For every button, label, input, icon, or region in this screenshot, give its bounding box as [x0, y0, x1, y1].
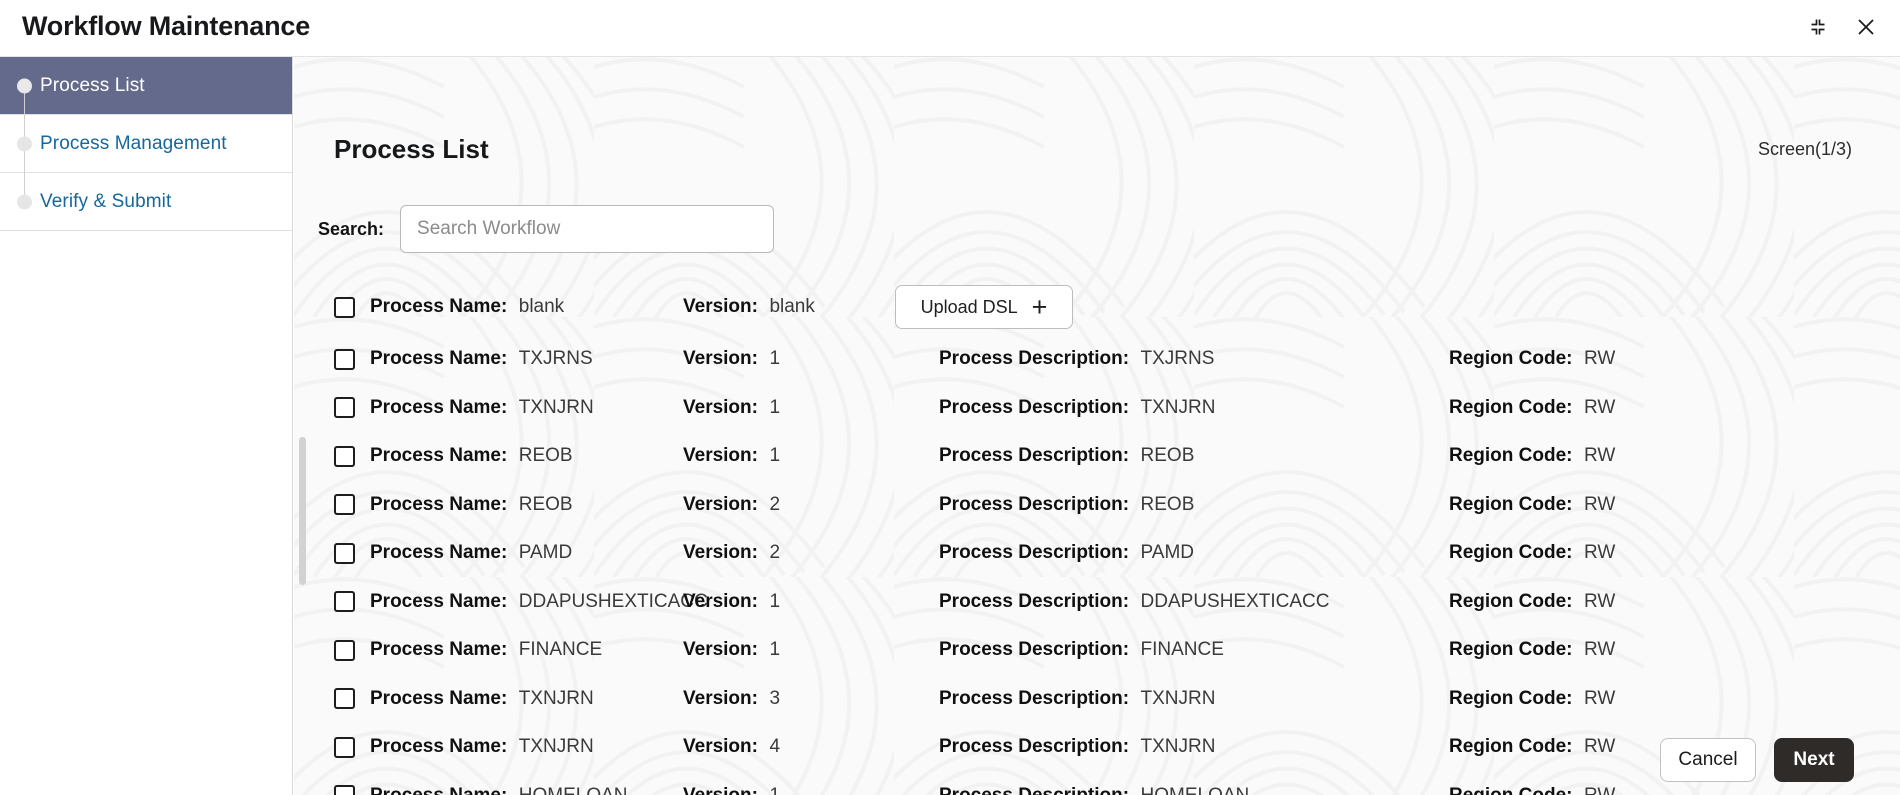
label-version: Version:: [683, 296, 758, 317]
cell-process-name: Process Name: FINANCE: [370, 639, 603, 661]
cell-region-code: Region Code: RW: [1449, 348, 1616, 370]
step-dot-icon: [17, 78, 32, 93]
value-version: blank: [769, 296, 815, 317]
process-list: Process Name: blank Version: blank Uploa…: [294, 279, 1900, 795]
row-checkbox[interactable]: [334, 542, 355, 564]
step-dot-icon: [17, 136, 32, 151]
cell-version: Version: 2: [683, 493, 781, 515]
cell-process-description: Process Description: DDAPUSHEXTICACC: [939, 590, 1330, 612]
footer-actions: Cancel Next: [294, 725, 1900, 795]
value-process-name: blank: [518, 296, 565, 317]
cell-version: Version: 1: [683, 348, 781, 370]
table-row[interactable]: Process Name: DDAPUSHEXTICACC Version: 1…: [294, 578, 1900, 627]
sidebar-item-label: Process List: [40, 74, 145, 96]
row-checkbox[interactable]: [334, 445, 355, 467]
cell-version: Version: 1: [683, 445, 781, 467]
cell-process-description: Process Description: REOB: [939, 493, 1195, 515]
sidebar-item-process-list[interactable]: Process List: [0, 57, 292, 143]
workflow-maintenance-window: Workflow Maintenance Process List Proces…: [0, 0, 1900, 795]
cell-version: Version: blank: [683, 296, 815, 318]
cell-region-code: Region Code: RW: [1449, 396, 1616, 418]
step-connector: [24, 85, 25, 143]
upload-dsl-label: Upload DSL: [920, 296, 1018, 317]
cell-region-code: Region Code: RW: [1449, 687, 1616, 709]
cell-process-description: Process Description: TXNJRN: [939, 396, 1216, 418]
search-row: Search:: [318, 205, 775, 253]
upload-dsl-button[interactable]: Upload DSL +: [895, 285, 1073, 329]
cell-region-code: Region Code: RW: [1449, 590, 1616, 612]
cell-process-name: Process Name: PAMD: [370, 542, 573, 564]
cell-version: Version: 2: [683, 542, 781, 564]
cell-process-description: Process Description: FINANCE: [939, 639, 1224, 661]
sidebar-item-label: Verify & Submit: [40, 190, 172, 212]
cell-version: Version: 3: [683, 687, 781, 709]
next-button[interactable]: Next: [1774, 738, 1854, 782]
sidebar-item-process-management[interactable]: Process Management: [0, 115, 292, 201]
cell-process-description: Process Description: PAMD: [939, 542, 1195, 564]
step-dot-icon: [17, 194, 32, 209]
cell-version: Version: 1: [683, 639, 781, 661]
sidebar-item-label: Process Management: [40, 132, 227, 154]
sidebar-item-verify-submit[interactable]: Verify & Submit: [0, 173, 292, 231]
cell-process-description: Process Description: REOB: [939, 445, 1195, 467]
search-input[interactable]: [400, 205, 775, 253]
table-row[interactable]: Process Name: REOB Version: 1 Process De…: [294, 432, 1900, 481]
row-checkbox[interactable]: [334, 494, 355, 516]
row-checkbox[interactable]: [334, 591, 355, 613]
table-row[interactable]: Process Name: TXNJRN Version: 1 Process …: [294, 384, 1900, 433]
table-row[interactable]: Process Name: FINANCE Version: 1 Process…: [294, 626, 1900, 675]
cell-process-name: Process Name: blank: [370, 296, 564, 318]
cell-process-name: Process Name: DDAPUSHEXTICACC: [370, 590, 708, 612]
sidebar: Process List Process Management Verify &…: [0, 57, 293, 795]
cell-process-name: Process Name: REOB: [370, 445, 573, 467]
row-checkbox[interactable]: [334, 296, 355, 318]
cell-process-name: Process Name: TXJRNS: [370, 348, 593, 370]
label-process-name: Process Name:: [370, 296, 508, 317]
row-checkbox[interactable]: [334, 397, 355, 419]
cell-region-code: Region Code: RW: [1449, 493, 1616, 515]
cell-region-code: Region Code: RW: [1449, 639, 1616, 661]
app-title: Workflow Maintenance: [22, 11, 311, 41]
table-row[interactable]: Process Name: REOB Version: 2 Process De…: [294, 481, 1900, 530]
cell-process-description: Process Description: TXJRNS: [939, 348, 1215, 370]
title-bar: Workflow Maintenance: [0, 0, 1900, 57]
cell-process-name: Process Name: TXNJRN: [370, 687, 594, 709]
cell-region-code: Region Code: RW: [1449, 542, 1616, 564]
cell-process-name: Process Name: TXNJRN: [370, 396, 594, 418]
screen-counter: Screen(1/3): [1757, 139, 1852, 159]
cell-region-code: Region Code: RW: [1449, 445, 1616, 467]
collapse-arrows-in-icon[interactable]: [1802, 11, 1834, 43]
row-checkbox[interactable]: [334, 688, 355, 710]
table-row[interactable]: Process Name: TXJRNS Version: 1 Process …: [294, 335, 1900, 384]
page-title: Process List: [334, 134, 489, 164]
table-row[interactable]: Process Name: TXNJRN Version: 3 Process …: [294, 675, 1900, 724]
table-row[interactable]: Process Name: blank Version: blank Uploa…: [294, 279, 1900, 335]
cell-process-name: Process Name: REOB: [370, 493, 573, 515]
table-row[interactable]: Process Name: PAMD Version: 2 Process De…: [294, 529, 1900, 578]
plus-icon: +: [1031, 291, 1048, 322]
close-x-icon[interactable]: [1850, 11, 1882, 43]
cancel-button[interactable]: Cancel: [1660, 738, 1756, 782]
search-label: Search:: [318, 218, 385, 239]
cell-process-description: Process Description: TXNJRN: [939, 687, 1216, 709]
row-checkbox[interactable]: [334, 348, 355, 370]
cell-version: Version: 1: [683, 590, 781, 612]
step-connector: [24, 143, 25, 201]
row-checkbox[interactable]: [334, 639, 355, 661]
main-content-panel: Process List Screen(1/3) Search: Process…: [294, 57, 1900, 795]
cell-version: Version: 1: [683, 396, 781, 418]
